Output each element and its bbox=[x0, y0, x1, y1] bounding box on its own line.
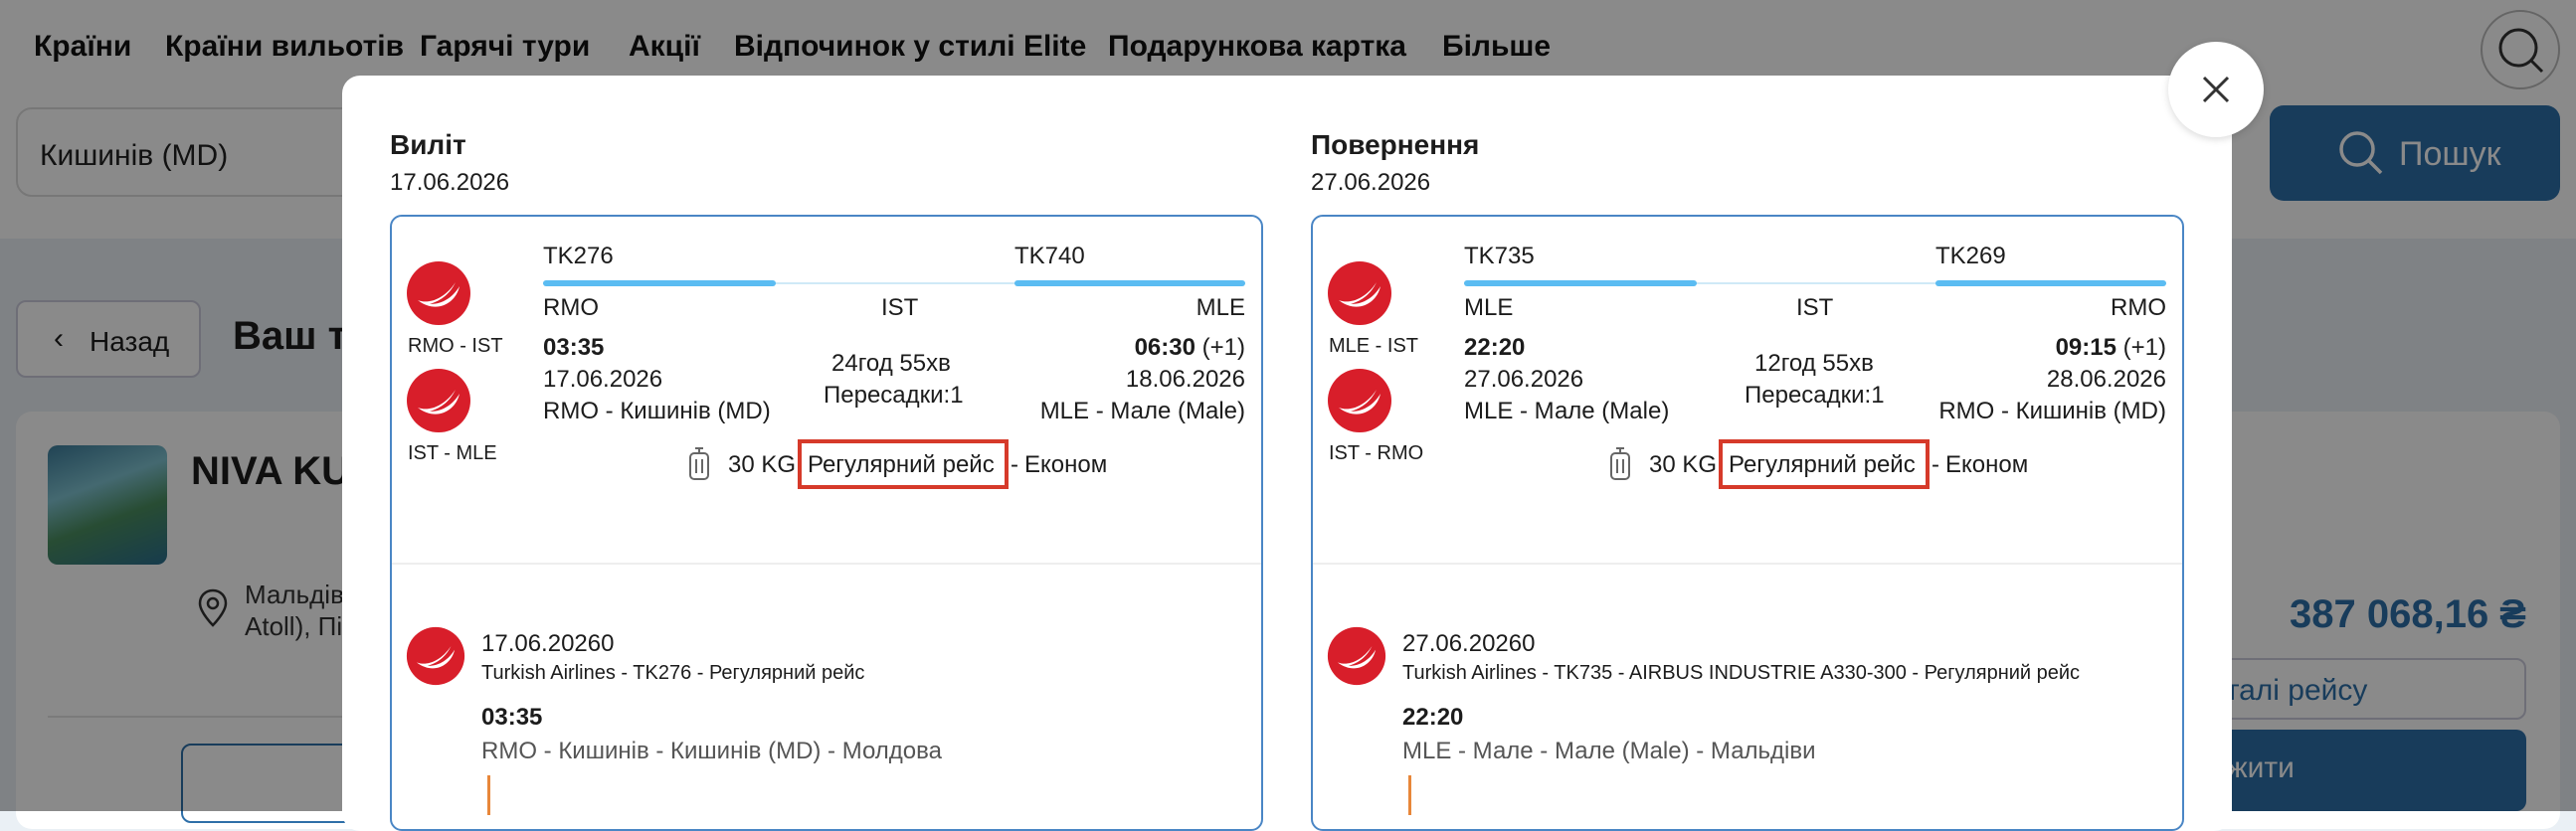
leg-2-route: IST - RMO bbox=[1329, 442, 1424, 464]
flight-type: Регулярний рейс bbox=[1729, 451, 1916, 478]
departure-heading: Виліт bbox=[390, 129, 466, 160]
arrival-place: MLE - Мале (Male) bbox=[1039, 398, 1245, 424]
arrival-time-group: 09:15 (+1) bbox=[2056, 334, 2166, 362]
segment-timeline bbox=[1408, 775, 1411, 815]
arrival-place: RMO - Кишинів (MD) bbox=[1938, 398, 2166, 424]
segment-timeline bbox=[487, 775, 490, 815]
arrival-time: 09:15 bbox=[2055, 334, 2116, 361]
route-segment-1 bbox=[1464, 280, 1697, 286]
departure-date: 17.06.2026 bbox=[390, 169, 510, 196]
turkish-airlines-logo-icon bbox=[1327, 626, 1386, 686]
return-date: 27.06.2026 bbox=[1311, 169, 1431, 196]
turkish-airlines-logo-icon bbox=[1328, 369, 1391, 432]
origin-code: MLE bbox=[1464, 294, 1514, 321]
cabin-class: Економ bbox=[1945, 451, 2029, 478]
destination-code: MLE bbox=[1196, 294, 1245, 321]
flight-1-number: TK276 bbox=[543, 243, 614, 269]
transfers-count: Пересадки:1 bbox=[824, 382, 964, 409]
departure-date-value: 27.06.2026 bbox=[1464, 366, 1584, 393]
route-segment-2 bbox=[1014, 280, 1245, 286]
route-segment-2 bbox=[1935, 280, 2166, 286]
baggage-allowance: 30 KG bbox=[1649, 451, 1718, 478]
segment-place: RMO - Кишинів - Кишинів (MD) - Молдова bbox=[481, 738, 942, 764]
turkish-airlines-logo-icon bbox=[407, 369, 470, 432]
arrival-time: 06:30 bbox=[1134, 334, 1196, 361]
departure-time: 03:35 bbox=[543, 334, 605, 361]
segment-description: Turkish Airlines - TK276 - Регулярний ре… bbox=[481, 662, 865, 684]
segment-description: Turkish Airlines - TK735 - AIRBUS INDUST… bbox=[1402, 662, 2081, 684]
card-divider bbox=[1313, 563, 2182, 565]
segment-time: 03:35 bbox=[481, 704, 543, 731]
arrival-time-group: 06:30 (+1) bbox=[1135, 334, 1245, 362]
destination-code: RMO bbox=[2111, 294, 2166, 321]
flight-type: Регулярний рейс bbox=[808, 451, 995, 478]
segment-place: MLE - Мале - Мале (Male) - Мальдіви bbox=[1402, 738, 1816, 764]
transfer-code: IST bbox=[1796, 294, 1834, 321]
baggage-allowance: 30 KG bbox=[728, 451, 797, 478]
separator-dash: - bbox=[1011, 451, 1018, 478]
flight-2-number: TK269 bbox=[1935, 243, 2006, 269]
turkish-airlines-logo-icon bbox=[1328, 261, 1391, 325]
cabin-class: Економ bbox=[1024, 451, 1108, 478]
segment-date: 17.06.20260 bbox=[481, 630, 615, 657]
turkish-airlines-logo-icon bbox=[406, 626, 465, 686]
arrival-date: 18.06.2026 bbox=[1125, 366, 1245, 393]
flight-1-number: TK735 bbox=[1464, 243, 1535, 269]
arrival-day-offset: (+1) bbox=[1201, 334, 1245, 361]
departure-date-value: 17.06.2026 bbox=[543, 366, 663, 393]
departure-place: RMO - Кишинів (MD) bbox=[543, 398, 771, 424]
segment-time: 22:20 bbox=[1402, 704, 1464, 731]
close-modal-button[interactable] bbox=[2168, 42, 2264, 137]
route-segment-1 bbox=[543, 280, 776, 286]
luggage-icon bbox=[1610, 447, 1630, 480]
flight-duration: 12год 55хв bbox=[1754, 350, 1874, 377]
close-icon bbox=[2202, 76, 2230, 103]
arrival-date: 28.06.2026 bbox=[2046, 366, 2166, 393]
flight-2-number: TK740 bbox=[1014, 243, 1085, 269]
origin-code: RMO bbox=[543, 294, 599, 321]
arrival-day-offset: (+1) bbox=[2122, 334, 2166, 361]
segment-date: 27.06.20260 bbox=[1402, 630, 1536, 657]
turkish-airlines-logo-icon bbox=[407, 261, 470, 325]
return-heading: Повернення bbox=[1311, 129, 1480, 160]
departure-time: 22:20 bbox=[1464, 334, 1526, 361]
transfers-count: Пересадки:1 bbox=[1745, 382, 1885, 409]
leg-2-route: IST - MLE bbox=[408, 442, 497, 464]
separator-dash: - bbox=[1932, 451, 1939, 478]
transfer-code: IST bbox=[881, 294, 919, 321]
leg-1-route: MLE - IST bbox=[1329, 335, 1419, 357]
card-divider bbox=[392, 563, 1261, 565]
leg-1-route: RMO - IST bbox=[408, 335, 503, 357]
flight-duration: 24год 55хв bbox=[831, 350, 951, 377]
departure-place: MLE - Мале (Male) bbox=[1464, 398, 1670, 424]
luggage-icon bbox=[689, 447, 709, 480]
